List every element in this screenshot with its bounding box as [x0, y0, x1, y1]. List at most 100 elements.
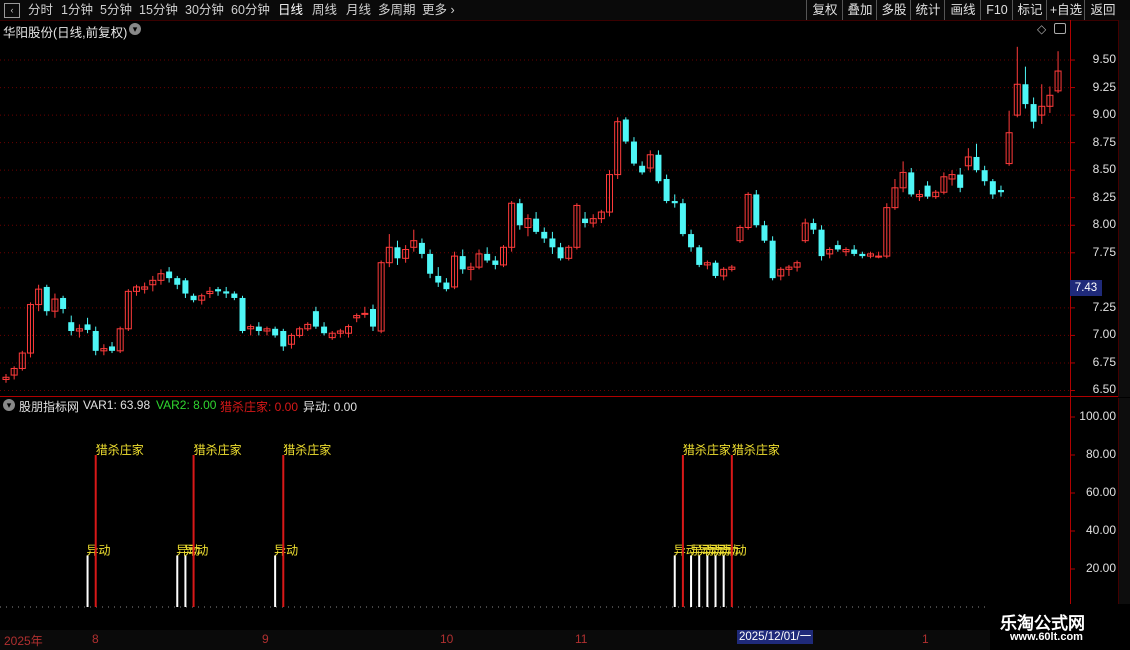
indicator-axis-label: 20.00 [1085, 561, 1116, 575]
candle-body [43, 286, 50, 312]
price-axis-label: 6.50 [1092, 382, 1116, 397]
price-axis-label: 9.25 [1092, 79, 1116, 94]
candle-body [239, 297, 246, 332]
candle-body [834, 245, 841, 250]
candle-body [582, 218, 589, 224]
yidong-label: 异动 [723, 544, 747, 558]
candle-body [321, 326, 328, 334]
candle-body [92, 331, 99, 351]
candle-body [231, 293, 238, 298]
candle-body [394, 247, 401, 259]
yidong-value: 异动: 0.00 [303, 400, 358, 414]
candle-body [630, 141, 637, 164]
price-axis-label: 7.00 [1092, 327, 1116, 342]
candle-body [541, 231, 548, 239]
candle-body [924, 185, 931, 197]
price-axis-label: 6.75 [1092, 354, 1116, 369]
date-cursor-label: 2025/12/01/一 [737, 630, 814, 644]
candle-body [981, 170, 988, 182]
liesha-label: 猎杀庄家 [683, 442, 731, 457]
candle-body [859, 253, 866, 257]
candle-body [280, 331, 287, 347]
date-label: 10 [440, 632, 454, 646]
price-axis-label: 9.00 [1092, 107, 1116, 122]
candle-body [761, 225, 768, 241]
candle-body [60, 297, 67, 309]
side-panel-strip[interactable] [1118, 20, 1130, 397]
candle-body [255, 326, 262, 332]
candle-body [174, 278, 181, 285]
candle-body [369, 308, 376, 327]
candle-body [696, 247, 703, 265]
chevron-down-icon[interactable]: ▾ [3, 399, 15, 411]
watermark-url: www.60lt.com [1010, 631, 1083, 643]
date-label: 2025年 [4, 634, 43, 648]
candle-body [622, 119, 629, 142]
candle-body [989, 181, 996, 195]
candle-body [639, 165, 646, 173]
indicator-axis-label: 80.00 [1085, 447, 1116, 461]
candle-body [516, 203, 523, 226]
indicator-axis-label: 60.00 [1085, 485, 1116, 499]
candle-body [851, 249, 858, 254]
date-axis: 2025年 8 9 10 11 1 [0, 630, 1130, 650]
candle-body [712, 262, 719, 276]
indicator-name[interactable]: 股朋指标网 [19, 398, 79, 415]
candle-body [769, 240, 776, 279]
price-axis-label: 7.75 [1092, 244, 1116, 259]
candle-body [1022, 84, 1029, 105]
candle-body [190, 295, 197, 301]
price-axis-label: 8.25 [1092, 189, 1116, 204]
candle-body [688, 234, 695, 248]
yidong-label: 异动 [274, 544, 298, 558]
candle-body [68, 322, 75, 332]
candle-body [443, 282, 450, 290]
yidong-label: 异动 [184, 544, 208, 558]
date-label: 9 [262, 632, 269, 646]
candle-body [109, 346, 116, 351]
price-axis-label: 8.00 [1092, 217, 1116, 232]
candle-body [484, 253, 491, 261]
price-axis-label: 8.75 [1092, 134, 1116, 149]
candle-body [492, 260, 499, 265]
candle-body [435, 275, 442, 283]
yidong-label: 异动 [87, 544, 111, 558]
candle-body [533, 218, 540, 232]
candle-body [908, 172, 915, 195]
indicator-axis-label: 40.00 [1085, 523, 1116, 537]
candle-body [418, 242, 425, 254]
kline-chart[interactable]: 异动 异动异动 异动 异动异动异动异动异动异动猎杀庄家 猎杀庄家 猎杀庄家 猎杀庄家 猎杀庄家 [0, 0, 1130, 650]
price-axis-label: 7.25 [1092, 299, 1116, 314]
candle-body [818, 229, 825, 257]
candle-body [312, 311, 319, 327]
candle-body [182, 280, 189, 294]
candle-body [875, 255, 883, 258]
candle-body [810, 223, 817, 230]
current-price-label: 7.43 [1070, 280, 1102, 297]
liesha-label: 猎杀庄家 [194, 442, 242, 457]
candle-body [427, 253, 434, 274]
date-label: 1 [922, 632, 929, 646]
liesha-label: 猎杀庄家 [283, 442, 331, 457]
candle-body [957, 174, 964, 188]
candle-body [361, 312, 369, 315]
date-label: 8 [92, 632, 99, 646]
candle-body [272, 328, 279, 336]
indicator-header: ▾ 股朋指标网 VAR1: 63.98 VAR2: 8.00 猎杀庄家: 0.0… [0, 397, 1070, 415]
candle-body [973, 156, 980, 171]
candle-body [1030, 104, 1037, 122]
liesha-label: 猎杀庄家 [96, 442, 144, 457]
price-axis-label: 9.50 [1092, 52, 1116, 67]
candle-body [679, 203, 686, 235]
price-axis-label: 8.50 [1092, 162, 1116, 177]
var1-value: VAR1: 63.98 [83, 398, 151, 412]
candle-body [84, 324, 91, 330]
candle-body [663, 178, 670, 202]
candle-body [223, 291, 230, 294]
candle-body [549, 238, 556, 248]
candle-body [215, 289, 222, 292]
side-panel-strip-lower[interactable] [1118, 398, 1130, 604]
indicator-axis-label: 100.00 [1079, 409, 1116, 423]
candle-body [459, 256, 466, 270]
candle-body [655, 154, 662, 182]
